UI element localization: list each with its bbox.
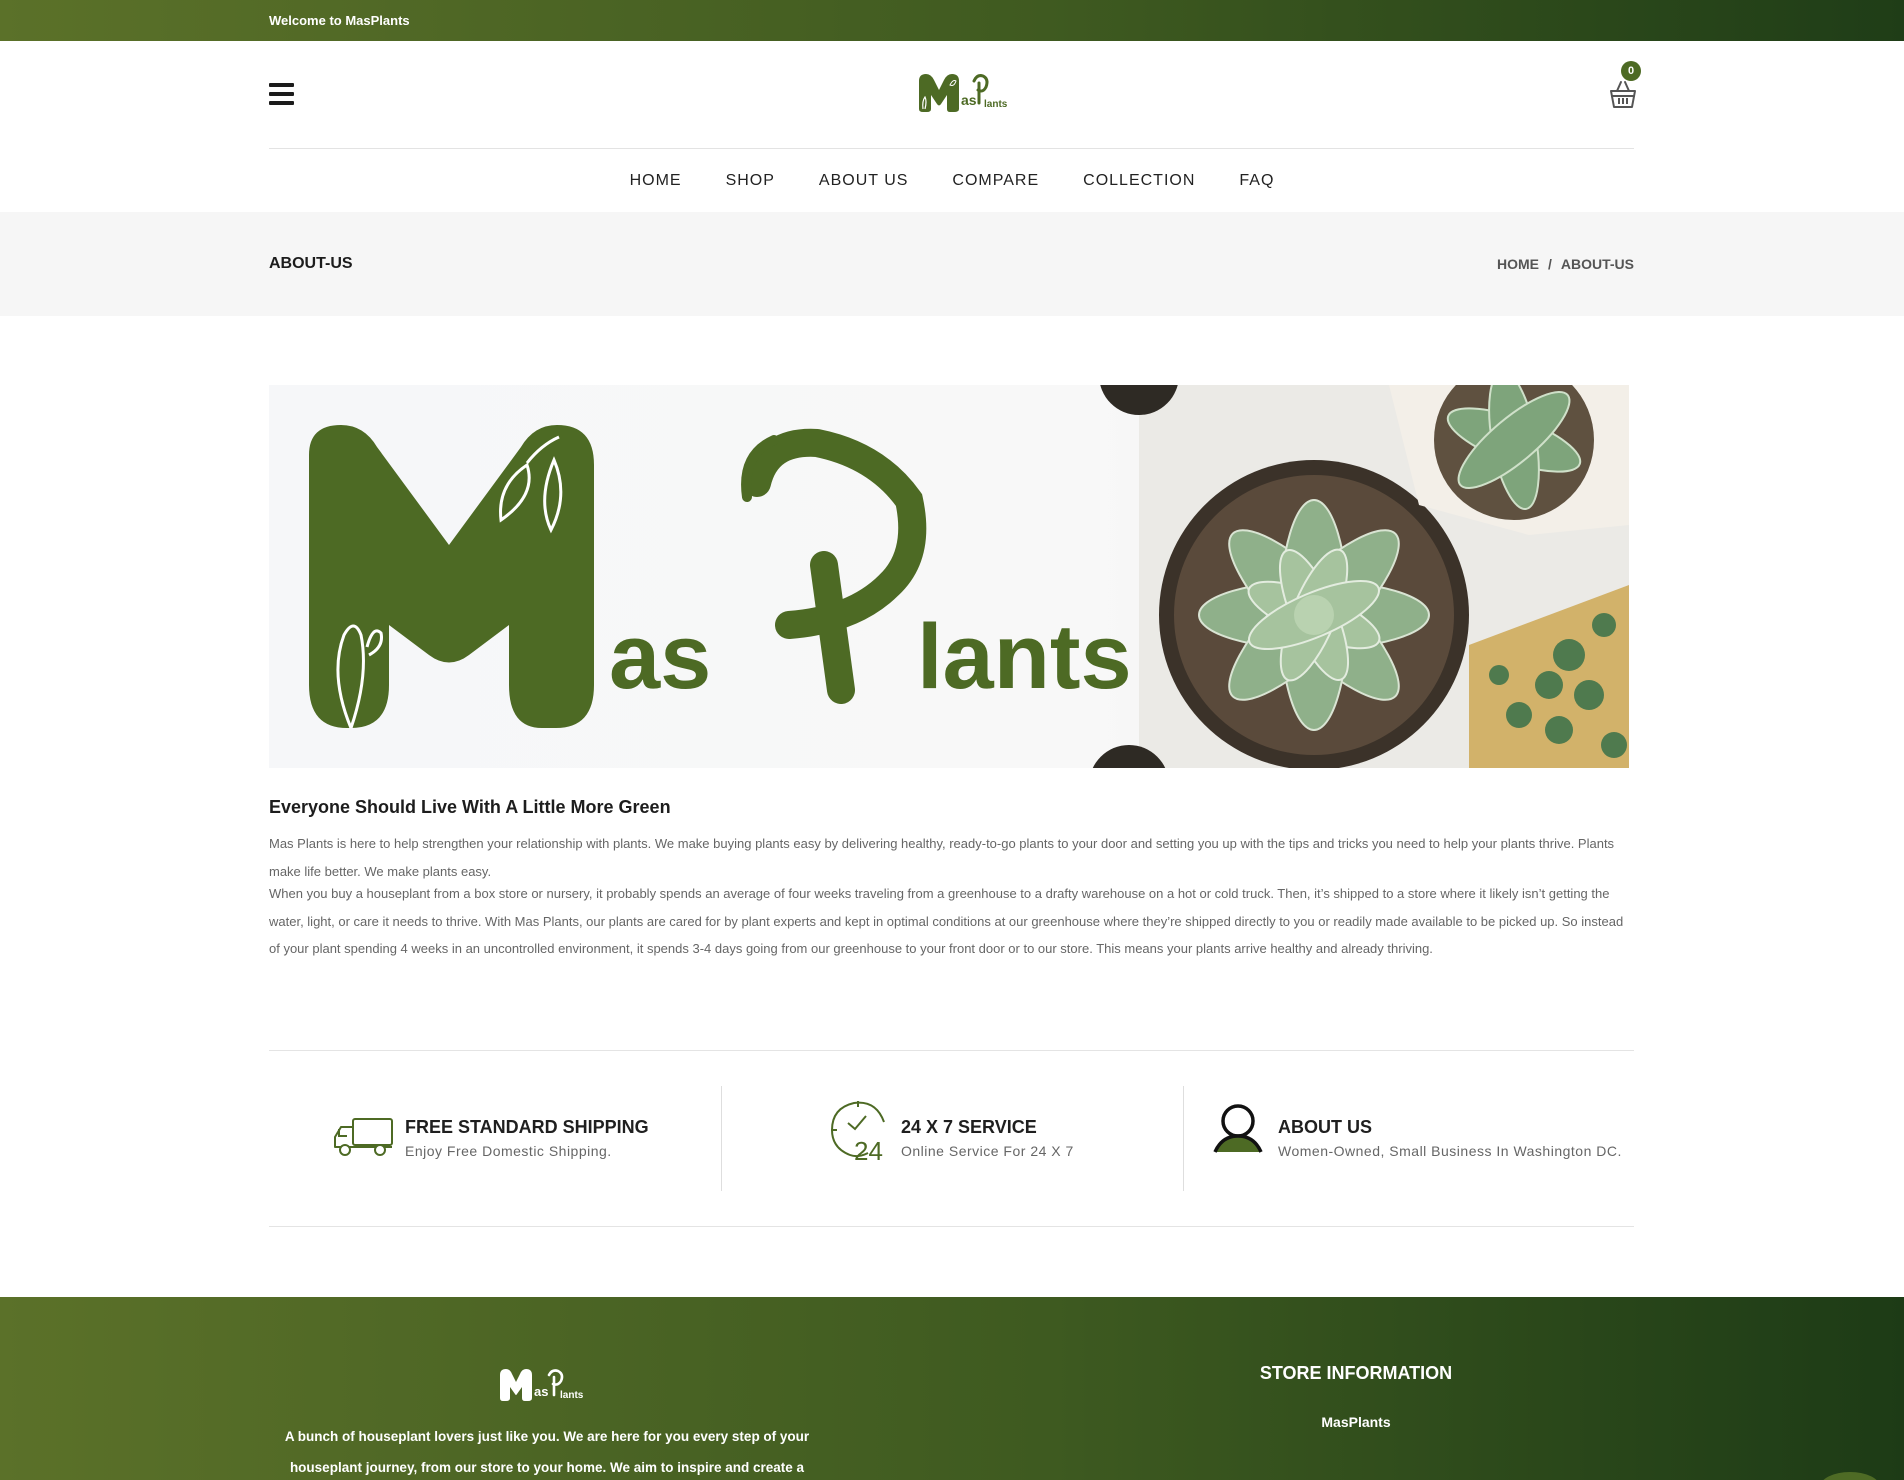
store-information-title: STORE INFORMATION xyxy=(1259,1363,1453,1383)
top-welcome-bar: Welcome to MasPlants xyxy=(0,0,1904,41)
main-nav: HOME SHOP ABOUT US COMPARE COLLECTION FA… xyxy=(0,149,1904,212)
site-logo[interactable]: as lants xyxy=(917,71,1013,113)
clock-24-icon: 24 xyxy=(830,1101,885,1162)
svg-text:as: as xyxy=(609,606,711,708)
svg-text:as: as xyxy=(961,92,977,108)
page-title-bar: ABOUT-US HOME / ABOUT-US xyxy=(0,212,1904,316)
svg-text:24: 24 xyxy=(854,1136,883,1162)
footer-logo[interactable]: as lants xyxy=(496,1367,596,1403)
svg-text:lants: lants xyxy=(984,99,1008,110)
feature-subtitle: Enjoy Free Domestic Shipping. xyxy=(405,1143,612,1159)
about-banner-image: as lants xyxy=(269,385,1629,768)
cart-count-badge: 0 xyxy=(1621,61,1641,81)
nav-compare[interactable]: COMPARE xyxy=(952,172,1039,190)
site-footer: as lants A bunch of houseplant lovers ju… xyxy=(0,1297,1904,1480)
scroll-to-top-button[interactable] xyxy=(1820,1472,1880,1480)
welcome-text: Welcome to MasPlants xyxy=(269,13,410,28)
features-divider-top xyxy=(269,1050,1634,1051)
breadcrumb-home[interactable]: HOME xyxy=(1497,256,1539,272)
feature-shipping: FREE STANDARD SHIPPING Enjoy Free Domest… xyxy=(333,1105,713,1175)
truck-icon xyxy=(334,1118,393,1156)
about-paragraph-1: Mas Plants is here to help strengthen yo… xyxy=(269,836,1615,879)
nav-shop[interactable]: SHOP xyxy=(726,172,775,190)
user-icon xyxy=(1213,1104,1263,1153)
about-paragraph-2: When you buy a houseplant from a box sto… xyxy=(269,886,1624,956)
site-header: as lants 0 xyxy=(0,41,1904,149)
nav-home[interactable]: HOME xyxy=(630,172,682,190)
svg-text:as: as xyxy=(534,1384,548,1399)
feature-subtitle: Online Service For 24 X 7 xyxy=(901,1143,1074,1159)
feature-separator xyxy=(1183,1086,1184,1191)
feature-title: FREE STANDARD SHIPPING xyxy=(405,1117,649,1137)
breadcrumb: HOME / ABOUT-US xyxy=(1497,256,1634,272)
about-heading: Everyone Should Live With A Little More … xyxy=(269,797,671,817)
feature-title: 24 X 7 SERVICE xyxy=(901,1117,1037,1137)
svg-text:lants: lants xyxy=(917,606,1132,708)
feature-separator xyxy=(721,1086,722,1191)
features-divider-bottom xyxy=(269,1226,1634,1227)
nav-about-us[interactable]: ABOUT US xyxy=(819,172,909,190)
feature-about-us: ABOUT US Women-Owned, Small Business In … xyxy=(1212,1104,1632,1175)
menu-icon[interactable] xyxy=(269,83,294,105)
footer-about-text: A bunch of houseplant lovers just like y… xyxy=(284,1429,810,1475)
svg-text:lants: lants xyxy=(560,1390,584,1401)
feature-title: ABOUT US xyxy=(1278,1117,1372,1137)
page-title: ABOUT-US xyxy=(269,255,353,272)
basket-icon[interactable] xyxy=(1608,78,1638,110)
breadcrumb-separator: / xyxy=(1547,256,1552,272)
feature-24x7-service: 24 24 X 7 SERVICE Online Service For 24 … xyxy=(828,1101,1128,1175)
store-name: MasPlants xyxy=(1321,1414,1391,1430)
feature-subtitle: Women-Owned, Small Business In Washingto… xyxy=(1278,1143,1622,1159)
nav-collection[interactable]: COLLECTION xyxy=(1083,172,1195,190)
nav-faq[interactable]: FAQ xyxy=(1239,172,1274,190)
breadcrumb-current: ABOUT-US xyxy=(1560,256,1634,272)
